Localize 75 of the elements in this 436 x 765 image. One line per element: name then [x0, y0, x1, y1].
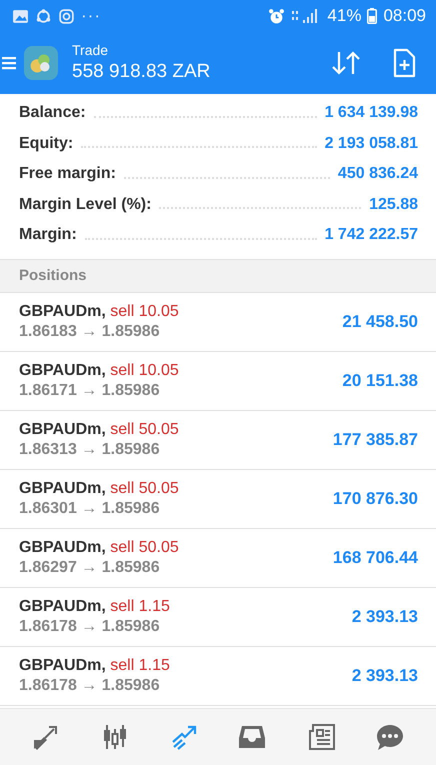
order-side: sell 50.05: [110, 420, 179, 438]
order-side: sell 50.05: [110, 480, 179, 496]
profit-value: 20 151.38: [342, 370, 418, 390]
section-title: Positions: [19, 267, 87, 284]
summary-label: Balance:: [19, 104, 86, 122]
symbol-label: GBPAUDm,: [19, 420, 106, 438]
chat-icon[interactable]: [374, 722, 405, 752]
symbol-label: GBPAUDm,: [19, 362, 106, 378]
order-side: sell 50.05: [110, 538, 179, 556]
account-balance: 558 918.83 ZAR: [72, 60, 212, 84]
summary-label: Equity:: [19, 134, 74, 153]
current-price: 1.85986: [102, 558, 160, 576]
battery-percent: 41%: [327, 6, 362, 26]
arrow-glyph: →: [81, 676, 98, 694]
current-price: 1.85986: [102, 500, 160, 516]
summary-label: Margin Level (%):: [19, 196, 152, 214]
summary-value: 450 836.24: [338, 165, 418, 184]
app-logo-icon: [24, 46, 58, 80]
profit-value: 177 385.87: [332, 430, 418, 450]
profit-value: 2 393.13: [352, 666, 418, 686]
current-price: 1.85986: [102, 440, 160, 458]
new-order-icon[interactable]: [392, 48, 416, 78]
sync-icon: [35, 8, 52, 24]
summary-value: 1 634 139.98: [324, 104, 418, 122]
position-row[interactable]: GBPAUDm, sell 10.05 1.86183 → 1.85986 21 458.50: [0, 292, 436, 352]
symbol-label: GBPAUDm,: [19, 598, 106, 614]
position-row[interactable]: GBPAUDm, sell 1.15 1.86178 → 1.85986 2 393.13: [0, 646, 436, 706]
profit-value: 21 458.50: [342, 312, 418, 332]
symbol-label: GBPAUDm,: [19, 656, 106, 674]
alarm-icon: [268, 8, 286, 24]
current-price: 1.85986: [102, 322, 160, 340]
gallery-icon: [12, 8, 29, 24]
arrow-glyph: →: [81, 558, 98, 576]
open-price: 1.86178: [19, 618, 77, 634]
order-side: sell 1.15: [110, 656, 170, 674]
open-price: 1.86301: [19, 500, 77, 516]
arrow-glyph: →: [81, 500, 98, 516]
arrow-glyph: →: [81, 618, 98, 634]
menu-icon[interactable]: [2, 55, 16, 71]
more-dots: ···: [81, 6, 101, 26]
order-side: sell 1.15: [110, 598, 170, 614]
summary-label: Free margin:: [19, 165, 116, 184]
sort-icon[interactable]: [330, 49, 362, 77]
summary-value: 125.88: [369, 196, 418, 214]
order-side: sell 10.05: [110, 362, 179, 378]
open-price: 1.86313: [19, 440, 77, 458]
current-price: 1.85986: [102, 618, 160, 634]
screen-title: Trade: [72, 41, 110, 59]
symbol-label: GBPAUDm,: [19, 302, 106, 320]
profit-value: 2 393.13: [352, 606, 418, 626]
symbol-label: GBPAUDm,: [19, 538, 106, 556]
open-price: 1.86178: [19, 676, 77, 694]
position-row[interactable]: GBPAUDm, sell 1.15 1.86178 → 1.85986 2 393.13: [0, 588, 436, 646]
position-row[interactable]: GBPAUDm, sell 50.05 1.86301 → 1.85986 170 876.30: [0, 470, 436, 528]
summary-label: Margin:: [19, 226, 77, 244]
current-price: 1.85986: [102, 382, 160, 398]
arrow-glyph: →: [81, 440, 98, 458]
open-price: 1.86297: [19, 558, 77, 576]
position-row[interactable]: GBPAUDm, sell 50.05 1.86297 → 1.85986 168 706.44: [0, 528, 436, 588]
position-row[interactable]: GBPAUDm, sell 10.05 1.86171 → 1.85986 20 151.38: [0, 352, 436, 410]
open-price: 1.86183: [19, 322, 77, 340]
summary-value: 1 742 222.57: [324, 226, 418, 244]
symbol-label: GBPAUDm,: [19, 480, 106, 496]
summary-value: 2 193 058.81: [324, 134, 418, 153]
profit-value: 170 876.30: [332, 488, 418, 508]
current-price: 1.85986: [102, 676, 160, 694]
arrow-glyph: →: [81, 322, 98, 340]
clock-time: 08:09: [383, 6, 426, 26]
battery-icon: [367, 8, 378, 24]
profit-value: 168 706.44: [332, 548, 418, 568]
camera-icon: [58, 8, 75, 24]
order-side: sell 10.05: [110, 302, 179, 320]
position-row[interactable]: GBPAUDm, sell 50.05 1.86313 → 1.85986 177 385.87: [0, 410, 436, 470]
open-price: 1.86171: [19, 382, 77, 398]
arrow-glyph: →: [81, 382, 98, 398]
